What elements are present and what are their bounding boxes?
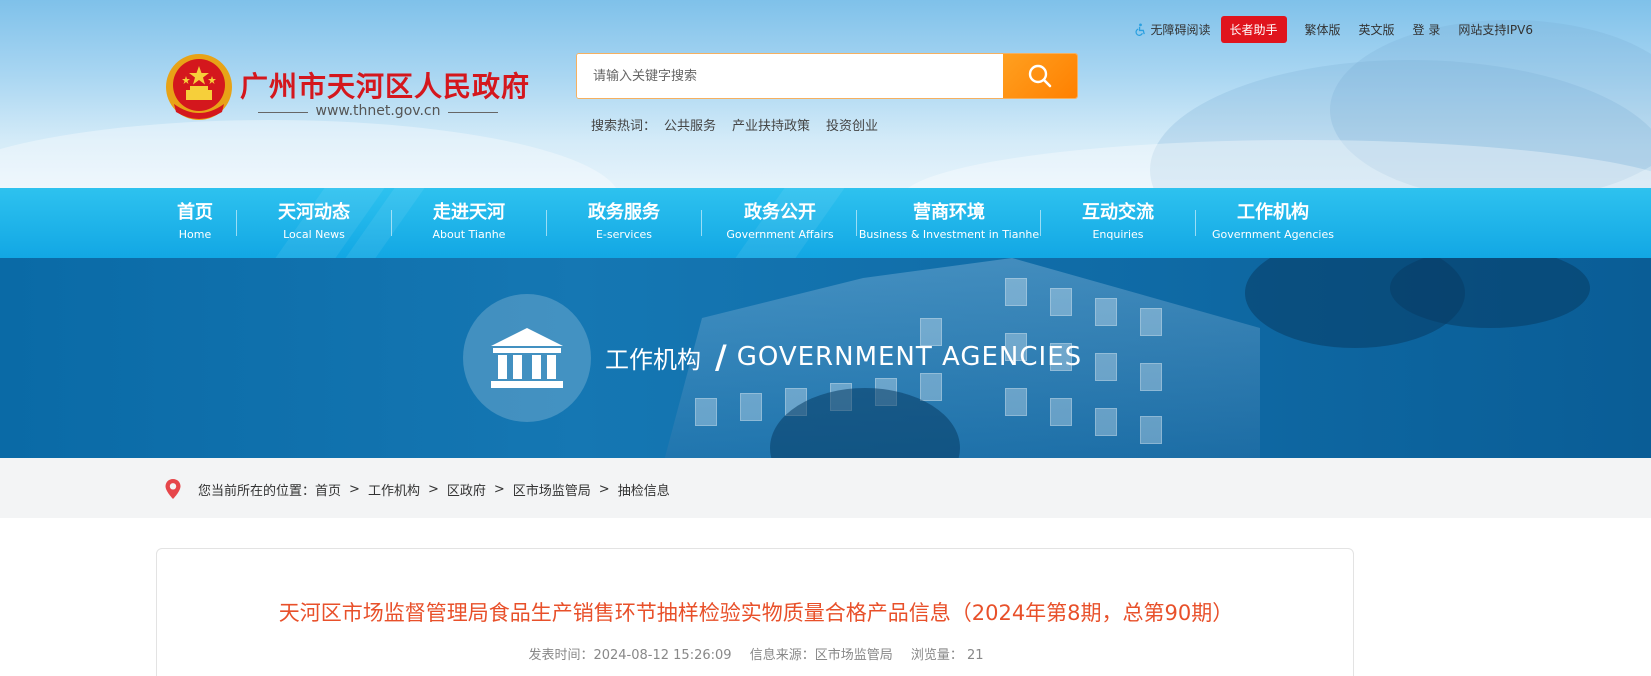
nav-item-about-tianhe[interactable]: 走进天河 About Tianhe [419, 188, 519, 258]
view-count: 浏览量： 21 [910, 648, 984, 663]
banner-window [695, 398, 717, 426]
hot-term-investment[interactable]: 投资创业 [826, 115, 878, 134]
breadcrumb-home[interactable]: 首页 [315, 480, 341, 499]
nav-separator [1195, 210, 1196, 236]
nav-item-sublabel: Enquiries [1092, 228, 1144, 241]
banner-window [1140, 416, 1162, 444]
nav-item-sublabel: Home [178, 228, 212, 241]
traditional-chinese-link[interactable]: 繁体版 [1305, 21, 1341, 38]
banner-window [1005, 278, 1027, 306]
breadcrumb-market-regulation[interactable]: 区市场监管局 [513, 480, 591, 499]
search-icon [1028, 64, 1052, 88]
nav-item-label: 走进天河 [433, 202, 505, 223]
nav-item-e-services[interactable]: 政务服务 E-services [574, 188, 674, 258]
breadcrumb-separator: > [427, 481, 439, 497]
login-link[interactable]: 登 录 [1413, 21, 1441, 38]
breadcrumb-separator: > [598, 481, 610, 497]
hot-search-terms: 搜索热词： 公共服务 产业扶持政策 投资创业 [591, 115, 878, 134]
banner-window [1050, 398, 1072, 426]
breadcrumb-prefix: 您当前所在的位置： [198, 483, 316, 499]
nav-item-label: 首页 [177, 202, 213, 223]
nav-item-local-news[interactable]: 天河动态 Local News [264, 188, 364, 258]
nav-item-home[interactable]: 首页 Home [165, 188, 225, 258]
publish-time: 发表时间：2024-08-12 15:26:09 [528, 648, 732, 663]
wheelchair-icon [1135, 23, 1146, 36]
banner-window [1140, 308, 1162, 336]
location-pin-icon [165, 479, 181, 499]
nav-separator [391, 210, 392, 236]
nav-item-government-agencies[interactable]: 工作机构 Government Agencies [1212, 188, 1334, 258]
article-meta: 发表时间：2024-08-12 15:26:09 信息来源：区市场监管局 浏览量… [157, 644, 1355, 663]
accessible-reading-link[interactable]: 无障碍阅读 [1134, 21, 1211, 38]
banner-icon-circle [463, 294, 591, 422]
breadcrumb-bar: 您当前所在的位置： 首页 > 工作机构 > 区政府 > 区市场监管局 > 抽检信… [0, 458, 1651, 518]
search-input[interactable] [577, 54, 1003, 98]
nav-item-enquiries[interactable]: 互动交流 Enquiries [1068, 188, 1168, 258]
national-emblem-icon [166, 54, 232, 120]
nav-separator [236, 210, 237, 236]
breadcrumb: 您当前所在的位置： 首页 > 工作机构 > 区政府 > 区市场监管局 > 抽检信… [164, 478, 670, 500]
nav-item-sublabel: Local News [283, 228, 345, 241]
nav-item-sublabel: Government Agencies [1212, 228, 1334, 241]
background-mist [0, 120, 620, 188]
banner-window [1140, 363, 1162, 391]
hot-term-industry-policy[interactable]: 产业扶持政策 [732, 115, 810, 134]
banner-window [920, 373, 942, 401]
info-source: 信息来源：区市场监管局 [749, 648, 893, 663]
banner-window [1050, 288, 1072, 316]
nav-item-label: 政务服务 [588, 202, 660, 223]
banner-window [740, 393, 762, 421]
nav-item-sublabel: E-services [595, 228, 653, 241]
elderly-assistant-button[interactable]: 长者助手 [1220, 16, 1287, 43]
nav-item-label: 工作机构 [1237, 202, 1309, 223]
banner-window [1005, 388, 1027, 416]
section-banner: 工作机构 / GOVERNMENT AGENCIES [0, 258, 1651, 458]
nav-item-label: 互动交流 [1082, 202, 1154, 223]
banner-title-en: GOVERNMENT AGENCIES [736, 342, 1083, 372]
breadcrumb-agencies[interactable]: 工作机构 [368, 480, 420, 499]
nav-separator [701, 210, 702, 236]
english-version-link[interactable]: 英文版 [1359, 21, 1395, 38]
nav-separator [856, 210, 857, 236]
banner-window [1095, 408, 1117, 436]
site-header: 无障碍阅读 长者助手 繁体版 英文版 登 录 网站支持IPV6 广州市天河区人民… [0, 0, 1651, 188]
breadcrumb-separator: > [493, 481, 505, 497]
nav-separator [546, 210, 547, 236]
banner-title-slash: / [715, 338, 727, 376]
government-building-icon [491, 328, 563, 388]
top-links: 无障碍阅读 长者助手 繁体版 英文版 登 录 网站支持IPV6 [1116, 16, 1533, 43]
hot-term-public-service[interactable]: 公共服务 [664, 115, 716, 134]
article-panel: 天河区市场监督管理局食品生产销售环节抽样检验实物质量合格产品信息（2024年第8… [156, 548, 1354, 676]
nav-item-label: 政务公开 [744, 202, 816, 223]
nav-item-sublabel: Business & Investment in Tianhe [858, 228, 1040, 241]
breadcrumb-district-government[interactable]: 区政府 [447, 480, 486, 499]
banner-window [1095, 353, 1117, 381]
nav-item-label: 营商环境 [913, 202, 985, 223]
nav-item-sublabel: About Tianhe [432, 228, 506, 241]
banner-title-zh: 工作机构 [605, 345, 701, 374]
search-box [576, 53, 1078, 99]
article-title: 天河区市场监督管理局食品生产销售环节抽样检验实物质量合格产品信息（2024年第8… [278, 601, 1234, 625]
nav-item-government-affairs[interactable]: 政务公开 Government Affairs [720, 188, 840, 258]
site-name[interactable]: 广州市天河区人民政府 [240, 65, 530, 105]
ipv6-support-link[interactable]: 网站支持IPV6 [1458, 21, 1533, 38]
nav-item-sublabel: Government Affairs [726, 228, 834, 241]
site-url: www.thnet.gov.cn [258, 103, 498, 119]
hot-search-label: 搜索热词： [591, 119, 657, 134]
nav-separator [1040, 210, 1041, 236]
banner-title: 工作机构 / GOVERNMENT AGENCIES [605, 338, 1082, 376]
banner-window [1095, 298, 1117, 326]
search-button[interactable] [1003, 54, 1077, 98]
nav-item-label: 天河动态 [278, 202, 350, 223]
accessible-reading-label: 无障碍阅读 [1150, 23, 1211, 37]
main-nav: 首页 Home 天河动态 Local News 走进天河 About Tianh… [0, 188, 1651, 258]
breadcrumb-separator: > [349, 481, 360, 497]
breadcrumb-inspection-info[interactable]: 抽检信息 [618, 480, 670, 499]
nav-item-business-environment[interactable]: 营商环境 Business & Investment in Tianhe [858, 188, 1040, 258]
